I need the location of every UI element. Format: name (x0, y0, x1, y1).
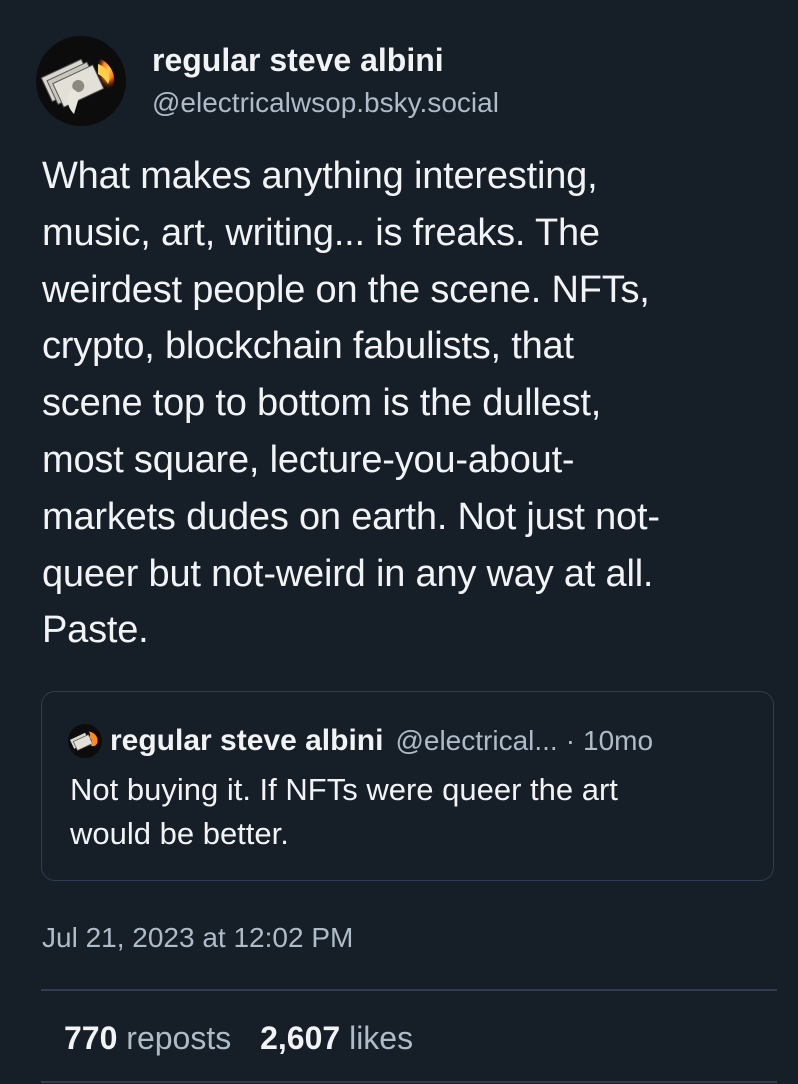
post-text-line: crypto, blockchain fabulists, that (42, 325, 574, 368)
burning-money-avatar-icon (68, 724, 102, 758)
post-text-line: most square, lecture-you-about- (42, 438, 575, 481)
post-text-line: markets dudes on earth. Not just not- (42, 495, 660, 538)
post-text-line: Paste. (42, 609, 149, 652)
quoted-post-header: regular steve albini @electrical... · 10… (68, 724, 653, 758)
likes-label: likes (349, 1020, 414, 1056)
post-text-line: What makes anything interesting, (42, 155, 598, 197)
likes-count: 2,607 (260, 1020, 341, 1056)
quoted-post-card[interactable]: regular steve albini @electrical... · 10… (41, 691, 774, 881)
divider (41, 1081, 777, 1083)
divider (41, 989, 777, 991)
burning-money-avatar-icon (36, 36, 126, 126)
post-text-line: queer but not-weird in any way at all. (42, 552, 654, 595)
author-handle[interactable]: @electricalwsop.bsky.social (152, 84, 499, 122)
post-text-line: scene top to bottom is the dullest, (42, 382, 602, 425)
post-text-line: weirdest people on the scene. NFTs, (42, 268, 650, 311)
reposts-count: 770 (64, 1020, 118, 1056)
post-text: What makes anything interesting, music, … (42, 148, 772, 659)
quoted-post-avatar[interactable] (68, 724, 102, 758)
reposts-count-link[interactable]: 770 reposts (64, 1020, 231, 1056)
post-text-line: music, art, writing... is freaks. The (42, 211, 600, 254)
post-author-row[interactable]: regular steve albini @electricalwsop.bsk… (36, 36, 499, 126)
avatar[interactable] (36, 36, 126, 126)
likes-count-link[interactable]: 2,607 likes (260, 1020, 413, 1056)
post-thread-view: regular steve albini @electricalwsop.bsk… (0, 0, 798, 1084)
quoted-author-name[interactable]: regular steve albini (110, 724, 383, 758)
post-timestamp: Jul 21, 2023 at 12:02 PM (42, 922, 354, 953)
separator-dot: · (565, 725, 576, 756)
reposts-label: reposts (126, 1020, 232, 1056)
author-display-name[interactable]: regular steve albini (152, 40, 499, 80)
quoted-post-text: Not buying it. If NFTs were queer the ar… (70, 768, 750, 856)
quoted-post-text-line: Not buying it. If NFTs were queer the ar… (70, 772, 618, 807)
quoted-post-time: 10mo (583, 725, 654, 756)
quoted-post-text-line: would be better. (70, 816, 289, 851)
quoted-author-handle[interactable]: @electrical... (395, 725, 557, 757)
engagement-stats: 770 reposts 2,607 likes (64, 1018, 413, 1058)
